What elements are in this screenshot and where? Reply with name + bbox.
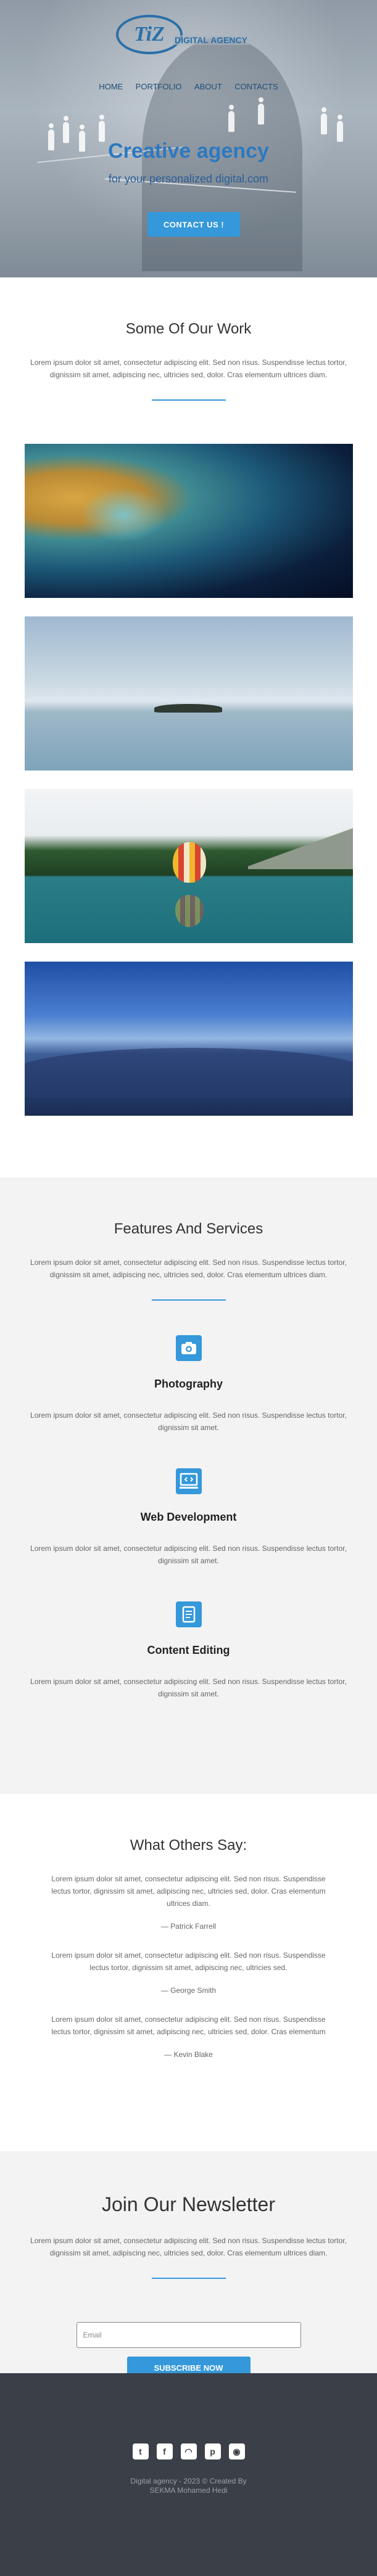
hero-figure bbox=[99, 115, 105, 142]
divider bbox=[151, 399, 226, 401]
feature-title: Web Development bbox=[140, 1511, 237, 1523]
brand-logo[interactable]: TiZ DIGITAL AGENCY bbox=[116, 15, 249, 54]
hero-figure bbox=[258, 97, 264, 125]
hero-figure bbox=[337, 115, 343, 142]
pinterest-icon[interactable]: p bbox=[204, 2443, 221, 2459]
hero-figure bbox=[228, 105, 234, 132]
image-detail bbox=[175, 895, 204, 927]
hero-section: TiZ DIGITAL AGENCY HOME PORTFOLIO ABOUT … bbox=[0, 0, 377, 277]
newsletter-section: Join Our Newsletter Lorem ipsum dolor si… bbox=[0, 2151, 377, 2379]
work-gallery bbox=[0, 444, 377, 1116]
testimonial-author: — George Smith bbox=[160, 1986, 217, 1995]
testimonial-author: — Patrick Farrell bbox=[160, 1922, 217, 1931]
snapchat-icon[interactable]: ◠ bbox=[180, 2443, 197, 2459]
feature-description: Lorem ipsum dolor sit amet, consectetur … bbox=[30, 1677, 347, 1698]
logo-mark: TiZ bbox=[116, 15, 183, 54]
divider bbox=[151, 1299, 226, 1301]
gallery-image-hot-air-balloon[interactable] bbox=[24, 789, 353, 943]
divider bbox=[151, 2278, 226, 2279]
feature-photography: Photography Lorem ipsum dolor sit amet, … bbox=[0, 1335, 377, 1434]
feature-title: Content Editing bbox=[147, 1644, 230, 1656]
main-nav: HOME PORTFOLIO ABOUT CONTACTS bbox=[0, 81, 377, 92]
twitter-icon[interactable]: t bbox=[132, 2443, 149, 2459]
testimonial-text: Lorem ipsum dolor sit amet, consectetur … bbox=[51, 1875, 326, 1908]
section-description: Lorem ipsum dolor sit amet, consectetur … bbox=[30, 1258, 347, 1279]
copyright-line: Digital agency - 2023 © Created By bbox=[130, 2477, 247, 2485]
testimonial: Lorem ipsum dolor sit amet, consectetur … bbox=[0, 2013, 377, 2059]
work-section: Some Of Our Work Lorem ipsum dolor sit a… bbox=[0, 277, 377, 1177]
gallery-image-island-lake[interactable] bbox=[24, 616, 353, 771]
testimonial-author: — Kevin Blake bbox=[164, 2050, 213, 2059]
nav-about[interactable]: ABOUT bbox=[194, 82, 222, 91]
image-detail bbox=[154, 704, 222, 713]
hero-subtitle: for your personalized digital.com bbox=[108, 173, 269, 185]
image-detail bbox=[24, 1048, 353, 1097]
facebook-icon[interactable]: f bbox=[156, 2443, 173, 2459]
testimonials-section: What Others Say: Lorem ipsum dolor sit a… bbox=[0, 1794, 377, 2151]
hero-figure bbox=[321, 107, 327, 134]
contact-us-button[interactable]: CONTACT US ! bbox=[147, 212, 240, 237]
copyright: Digital agency - 2023 © Created By SEKMA… bbox=[0, 2477, 377, 2495]
testimonial: Lorem ipsum dolor sit amet, consectetur … bbox=[0, 1873, 377, 1931]
copyright-author: SEKMA Mohamed Hedi bbox=[149, 2486, 228, 2495]
testimonial-text: Lorem ipsum dolor sit amet, consectetur … bbox=[51, 2015, 326, 2036]
gallery-image-mountain-valley[interactable] bbox=[24, 962, 353, 1116]
nav-portfolio[interactable]: PORTFOLIO bbox=[136, 82, 182, 91]
testimonial-text: Lorem ipsum dolor sit amet, consectetur … bbox=[51, 1951, 326, 1972]
nav-home[interactable]: HOME bbox=[99, 82, 123, 91]
section-title: Features And Services bbox=[114, 1221, 263, 1237]
feature-description: Lorem ipsum dolor sit amet, consectetur … bbox=[30, 1544, 347, 1565]
section-title: What Others Say: bbox=[130, 1837, 247, 1854]
monitor-code-icon bbox=[175, 1468, 202, 1494]
footer: t f ◠ p ◉ Digital agency - 2023 © Create… bbox=[0, 2373, 377, 2576]
gallery-image-aerial-coast[interactable] bbox=[24, 444, 353, 598]
camera-icon bbox=[175, 1335, 202, 1361]
section-title: Join Our Newsletter bbox=[102, 2193, 275, 2215]
feature-description: Lorem ipsum dolor sit amet, consectetur … bbox=[30, 1411, 347, 1432]
document-edit-icon bbox=[175, 1601, 202, 1627]
feature-title: Photography bbox=[154, 1378, 223, 1390]
image-detail bbox=[80, 487, 167, 542]
feature-content-editing: Content Editing Lorem ipsum dolor sit am… bbox=[0, 1601, 377, 1700]
testimonial: Lorem ipsum dolor sit amet, consectetur … bbox=[0, 1949, 377, 1995]
social-links: t f ◠ p ◉ bbox=[0, 2443, 377, 2459]
email-field[interactable] bbox=[76, 2322, 301, 2348]
section-description: Lorem ipsum dolor sit amet, consectetur … bbox=[30, 358, 347, 379]
image-detail bbox=[247, 826, 353, 869]
nav-contacts[interactable]: CONTACTS bbox=[234, 82, 278, 91]
feature-web-development: Web Development Lorem ipsum dolor sit am… bbox=[0, 1468, 377, 1567]
github-icon[interactable]: ◉ bbox=[228, 2443, 245, 2459]
section-title: Some Of Our Work bbox=[125, 321, 252, 337]
image-detail bbox=[172, 842, 206, 883]
logo-text: DIGITAL AGENCY bbox=[173, 35, 249, 45]
features-section: Features And Services Lorem ipsum dolor … bbox=[0, 1177, 377, 1794]
section-description: Lorem ipsum dolor sit amet, consectetur … bbox=[30, 2236, 347, 2257]
hero-title: Creative agency bbox=[108, 139, 269, 163]
